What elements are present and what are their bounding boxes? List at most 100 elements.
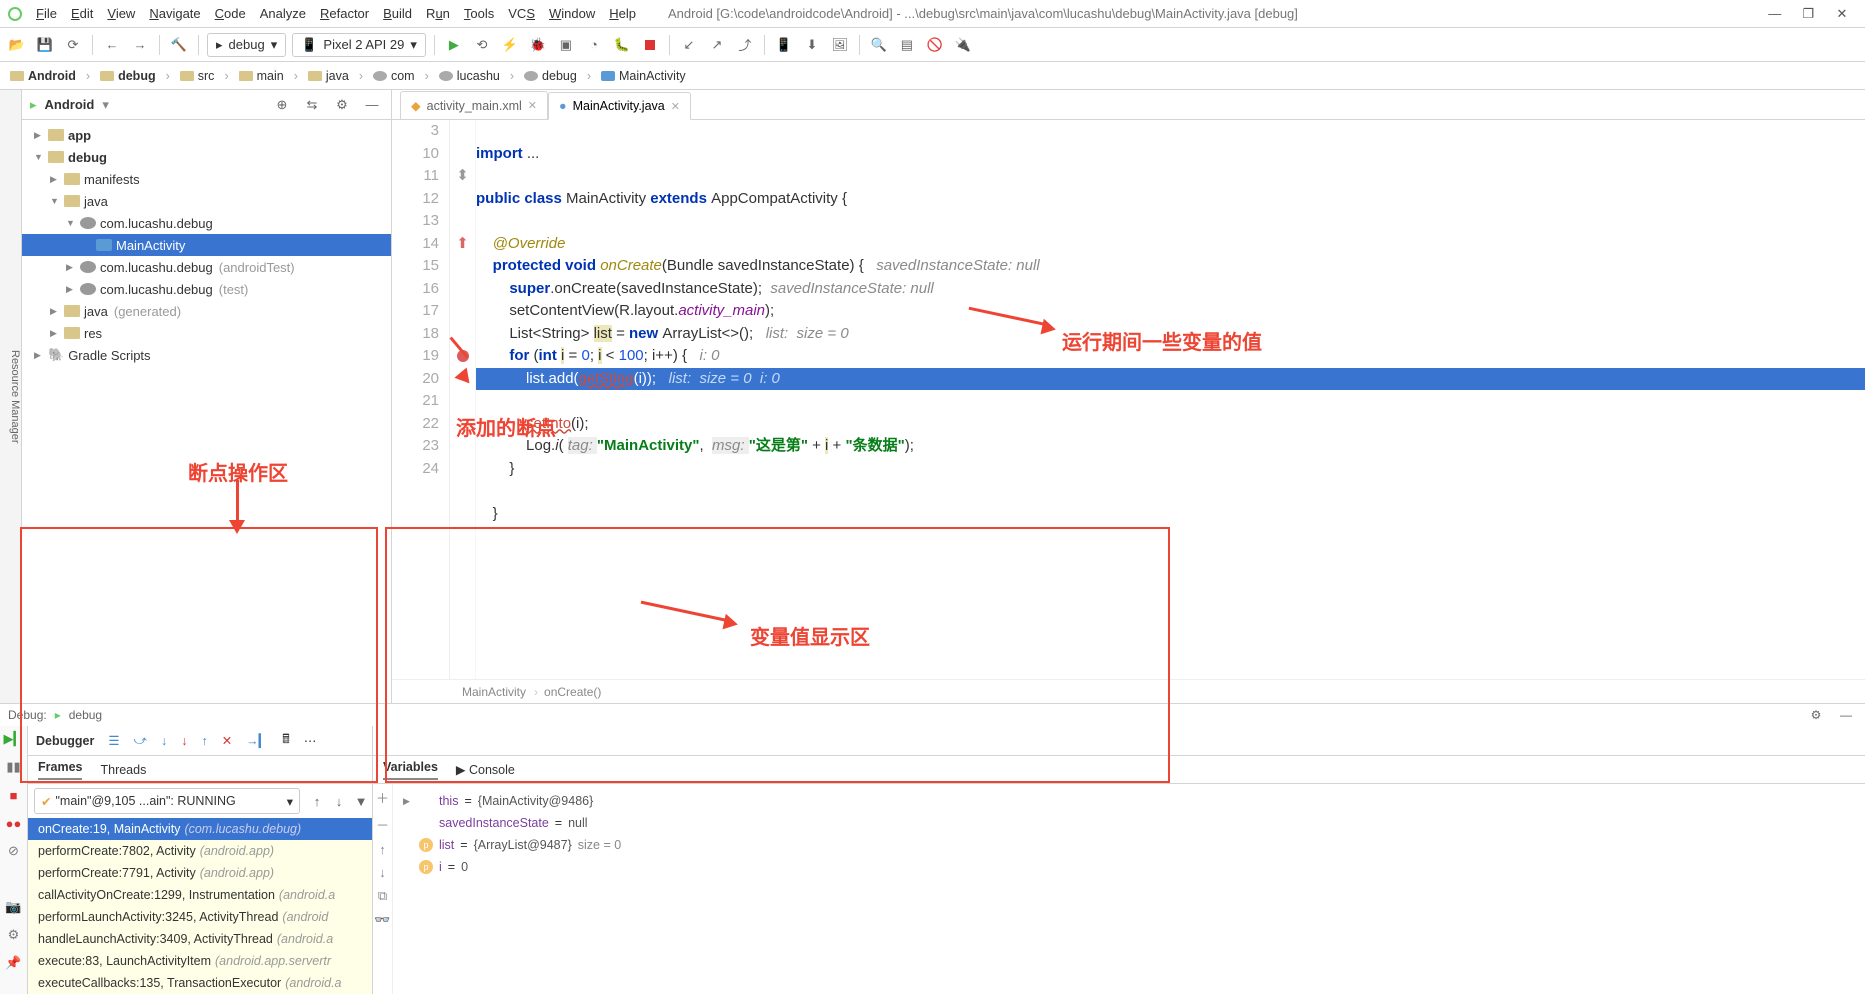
- open-icon[interactable]: 📂: [6, 34, 28, 56]
- window-close-icon[interactable]: ✕: [1827, 6, 1857, 22]
- breakpoint-icon[interactable]: [450, 345, 475, 368]
- attach-icon[interactable]: 🐛: [611, 34, 633, 56]
- close-icon[interactable]: ✕: [528, 99, 537, 112]
- override-marker-icon[interactable]: ⬆: [450, 233, 475, 256]
- frame-up-icon[interactable]: ↑: [306, 790, 328, 812]
- git-icon[interactable]: ↙: [678, 34, 700, 56]
- thread-selector[interactable]: ✔"main"@9,105 ...ain": RUNNING▾: [34, 788, 300, 814]
- crumb-class[interactable]: MainActivity: [597, 69, 700, 83]
- crumb-java[interactable]: java: [304, 69, 367, 83]
- build-icon[interactable]: 🔨: [168, 34, 190, 56]
- hide-icon[interactable]: —: [1835, 704, 1857, 726]
- crumb-debug2[interactable]: debug: [520, 69, 595, 83]
- layout-icon[interactable]: ▤: [896, 34, 918, 56]
- git2-icon[interactable]: ↗: [706, 34, 728, 56]
- menu-navigate[interactable]: Navigate: [149, 6, 200, 21]
- strip-resource-manager[interactable]: Resource Manager: [9, 350, 21, 444]
- window-maximize-icon[interactable]: ❐: [1793, 6, 1823, 22]
- apply-code-icon[interactable]: ⚡: [499, 34, 521, 56]
- tree-java-gen[interactable]: ▶java(generated): [22, 300, 391, 322]
- menu-code[interactable]: Code: [215, 6, 246, 21]
- watch-up-icon[interactable]: ↑: [379, 842, 386, 857]
- sync-icon[interactable]: ⟳: [62, 34, 84, 56]
- menu-file[interactable]: File: [36, 6, 57, 21]
- watch-down-icon[interactable]: ↓: [379, 865, 386, 880]
- menu-window[interactable]: Window: [549, 6, 595, 21]
- device-combo[interactable]: 📱 Pixel 2 API 29 ▾: [292, 33, 426, 57]
- breakpoints-icon[interactable]: ●●: [5, 814, 23, 832]
- menu-run[interactable]: Run: [426, 6, 450, 21]
- stack-frame[interactable]: executeCallbacks:135, TransactionExecuto…: [28, 972, 372, 994]
- ecrumb-class[interactable]: MainActivity: [462, 685, 538, 699]
- run-config-combo[interactable]: ▸ debug ▾: [207, 33, 286, 57]
- add-watch-icon[interactable]: ＋: [376, 788, 389, 807]
- pin-icon[interactable]: 📌: [5, 954, 23, 972]
- menu-edit[interactable]: Edit: [71, 6, 93, 21]
- back-icon[interactable]: ←: [101, 34, 123, 56]
- run-to-cursor-icon[interactable]: →▎: [246, 733, 268, 748]
- crumb-android[interactable]: Android: [6, 69, 94, 83]
- copy-icon[interactable]: ⧉: [378, 888, 387, 904]
- sdk-icon[interactable]: ⬇: [801, 34, 823, 56]
- tree-app[interactable]: ▶app: [22, 124, 391, 146]
- variables-tab[interactable]: Variables: [383, 760, 438, 780]
- sidebar-collapse-icon[interactable]: ⇆: [301, 94, 323, 116]
- variable-row[interactable]: plist = {ArrayList@9487} size = 0: [403, 834, 1855, 856]
- pause-icon[interactable]: ▮▮: [5, 758, 23, 776]
- resume-icon[interactable]: ▶▎: [5, 730, 23, 748]
- menu-vcs[interactable]: VCS: [508, 6, 535, 21]
- step-into-icon[interactable]: ↓: [161, 734, 167, 748]
- menu-analyze[interactable]: Analyze: [260, 6, 306, 21]
- sidebar-title[interactable]: Android: [45, 97, 95, 112]
- crumb-lucashu[interactable]: lucashu: [435, 69, 518, 83]
- frame-down-icon[interactable]: ↓: [328, 790, 350, 812]
- search-icon[interactable]: 🔍: [868, 34, 890, 56]
- crumb-main[interactable]: main: [235, 69, 302, 83]
- run-icon[interactable]: ▶: [443, 34, 465, 56]
- variable-row[interactable]: pi = 0: [403, 856, 1855, 878]
- code-editor[interactable]: 3 10 11 12 13 14 15 16 17 18 19 20 21 22…: [392, 120, 1865, 679]
- step-over-icon[interactable]: ⤻: [134, 733, 147, 748]
- stack-frame[interactable]: execute:83, LaunchActivityItem(android.a…: [28, 950, 372, 972]
- mute-bp-icon[interactable]: ⊘: [5, 842, 23, 860]
- git3-icon[interactable]: ⤴: [734, 34, 756, 56]
- evaluate-icon[interactable]: 🖩: [282, 730, 290, 751]
- profile-icon[interactable]: ◔: [583, 34, 605, 56]
- stop-icon[interactable]: [639, 34, 661, 56]
- crumb-debug[interactable]: debug: [96, 69, 174, 83]
- sidebar-hide-icon[interactable]: —: [361, 94, 383, 116]
- console-tab[interactable]: ▶ Console: [456, 762, 515, 777]
- tab-activity-main[interactable]: ◆activity_main.xml✕: [400, 91, 548, 119]
- rm-icon[interactable]: 🖼: [829, 34, 851, 56]
- stack-frame[interactable]: handleLaunchActivity:3409, ActivityThrea…: [28, 928, 372, 950]
- tree-res[interactable]: ▶res: [22, 322, 391, 344]
- stack-frame[interactable]: performCreate:7791, Activity(android.app…: [28, 862, 372, 884]
- window-minimize-icon[interactable]: —: [1760, 6, 1790, 21]
- tree-gradle[interactable]: ▶🐘Gradle Scripts: [22, 344, 391, 366]
- power-icon[interactable]: 🔌: [952, 34, 974, 56]
- apply-changes-icon[interactable]: ⟲: [471, 34, 493, 56]
- forward-icon[interactable]: →: [129, 34, 151, 56]
- stop-icon[interactable]: ■: [5, 786, 23, 804]
- menu-view[interactable]: View: [107, 6, 135, 21]
- stack-frame[interactable]: performCreate:7802, Activity(android.app…: [28, 840, 372, 862]
- variable-row[interactable]: savedInstanceState = null: [403, 812, 1855, 834]
- avd-icon[interactable]: 📱: [773, 34, 795, 56]
- tree-manifests[interactable]: ▶manifests: [22, 168, 391, 190]
- override-marker-icon[interactable]: ⬍: [450, 165, 475, 188]
- close-icon[interactable]: ✕: [671, 100, 680, 113]
- sidebar-settings-icon[interactable]: ⚙: [331, 94, 353, 116]
- tree-pkg3[interactable]: ▶com.lucashu.debug(test): [22, 278, 391, 300]
- filter-icon[interactable]: ▼: [350, 790, 372, 812]
- tree-debug[interactable]: ▼debug: [22, 146, 391, 168]
- crumb-src[interactable]: src: [176, 69, 233, 83]
- debug-icon[interactable]: 🐞: [527, 34, 549, 56]
- crumb-com[interactable]: com: [369, 69, 433, 83]
- variable-row[interactable]: ▶this = {MainActivity@9486}: [403, 790, 1855, 812]
- block-icon[interactable]: 🚫: [924, 34, 946, 56]
- coverage-icon[interactable]: ▣: [555, 34, 577, 56]
- debugger-tab[interactable]: Debugger: [36, 734, 94, 748]
- tree-pkg2[interactable]: ▶com.lucashu.debug(androidTest): [22, 256, 391, 278]
- tree-pkg1[interactable]: ▼com.lucashu.debug: [22, 212, 391, 234]
- tree-mainactivity[interactable]: MainActivity: [22, 234, 391, 256]
